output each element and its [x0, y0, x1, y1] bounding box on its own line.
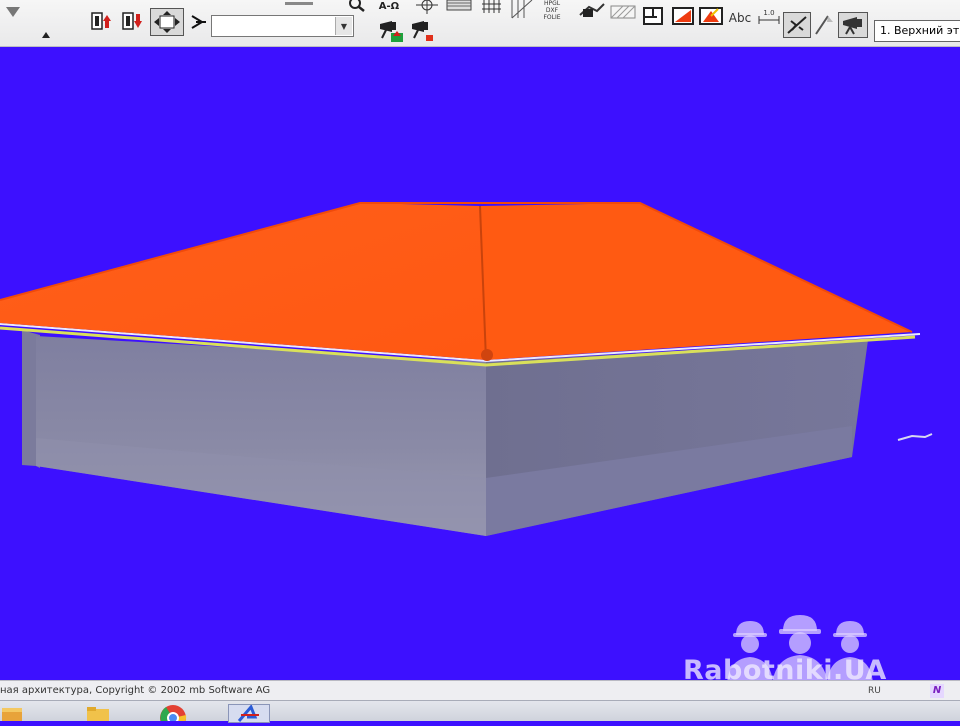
wand-icon[interactable] [813, 12, 835, 36]
status-bar: ная архитектура, Copyright © 2002 mb Sof… [0, 680, 960, 701]
chrome-icon[interactable] [158, 704, 187, 726]
notification-badge[interactable]: N [930, 684, 944, 698]
fill-pattern-icon[interactable] [610, 4, 636, 20]
roof-corner-knob [481, 349, 493, 361]
camera-record-icon[interactable] [409, 18, 437, 44]
floor-view-select[interactable]: 1. Верхний эт [874, 20, 960, 42]
cad-app-icon[interactable] [228, 704, 270, 723]
toolbar-top-strip [285, 0, 315, 6]
grid-icon[interactable] [480, 0, 502, 14]
special-character-button[interactable]: A-Ω [375, 0, 403, 12]
stray-model-fragment [897, 433, 933, 441]
toolbar: A-Ω HPGL DXF FOLIE Abc 1.0 1. Верхний эт… [0, 0, 960, 47]
dimension-icon[interactable]: 1.0 [757, 8, 781, 28]
measure-icon[interactable] [510, 0, 536, 20]
navigation-cross-icon[interactable] [150, 8, 184, 36]
dropdown-triangle-icon[interactable] [6, 7, 20, 23]
construction-pressed-icon[interactable] [783, 12, 811, 38]
3d-viewport[interactable] [0, 47, 960, 687]
roof-edit-icon[interactable] [698, 4, 724, 28]
roof-right-plane [480, 203, 912, 360]
import-icon[interactable] [577, 1, 607, 21]
roof-tool-icon[interactable] [670, 4, 696, 28]
export-format-folie: FOLIE [543, 14, 561, 21]
taskbar [0, 700, 960, 726]
floor-up-icon[interactable] [88, 9, 114, 33]
taskbar-app-icon[interactable] [0, 704, 28, 721]
chevron-down-icon[interactable]: ▼ [335, 17, 352, 35]
select-arrow-icon[interactable] [190, 12, 208, 32]
plot-export-button[interactable]: HPGL DXF FOLIE [538, 0, 566, 22]
floor-down-icon[interactable] [119, 9, 145, 33]
floor-plan-icon[interactable] [640, 4, 666, 28]
small-triangle-icon[interactable] [40, 30, 52, 40]
status-copyright-text: ная архитектура, Copyright © 2002 mb Sof… [0, 685, 271, 696]
language-indicator[interactable]: RU [868, 681, 881, 701]
folder-icon[interactable] [84, 704, 112, 721]
building-model [0, 202, 933, 536]
text-style-button[interactable]: Abc [726, 10, 754, 26]
camera-add-icon[interactable] [377, 18, 407, 44]
roof-left-plane [0, 203, 486, 360]
crosshair-icon[interactable] [416, 0, 438, 16]
zoom-icon[interactable] [346, 0, 368, 12]
hatch-pattern-icon[interactable] [446, 0, 472, 12]
layer-combo-box[interactable]: ▼ [211, 15, 354, 37]
camera-animation-icon[interactable] [838, 12, 868, 38]
